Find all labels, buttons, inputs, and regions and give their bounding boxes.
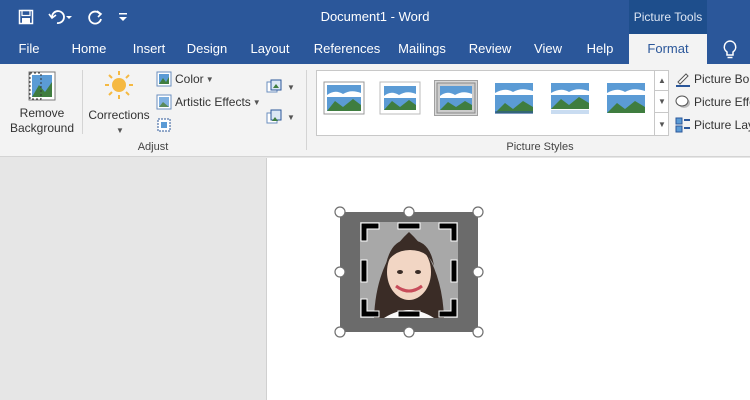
picture-effects-icon [675, 95, 690, 108]
gallery-scroll-down[interactable]: ▼ [654, 91, 669, 113]
picture-border-button[interactable]: Picture Bor [675, 70, 750, 88]
color-dropdown-icon: ▼ [205, 74, 214, 84]
tab-review[interactable]: Review [465, 34, 515, 64]
tab-help[interactable]: Help [580, 34, 620, 64]
picture-effects-label: Picture Effe [694, 95, 750, 109]
adjust-group-label: Adjust [137, 141, 169, 153]
transparency-button[interactable] [156, 116, 175, 134]
tab-file[interactable]: File [8, 34, 50, 64]
gallery-more-button[interactable]: ▼ [654, 113, 669, 135]
pencil-icon [676, 73, 690, 87]
picture-styles-gallery: ▲ ▼ ▼ [316, 70, 669, 136]
picture-effects-button[interactable]: Picture Effe [675, 93, 750, 111]
remove-background-label-line1: Remove [19, 106, 65, 120]
picture-style-1[interactable] [323, 81, 365, 115]
tab-home[interactable]: Home [64, 34, 114, 64]
sun-icon [105, 71, 133, 99]
picture-style-4[interactable] [493, 81, 535, 115]
remove-background-button[interactable]: Remove Background [6, 70, 78, 136]
corrections-dropdown-icon: ▼ [116, 126, 124, 135]
transparency-icon [157, 118, 171, 132]
ribbon-tabs: File Home Insert Design Layout Reference… [0, 34, 750, 64]
selected-picture[interactable] [330, 202, 490, 342]
remove-background-label-line2: Background [9, 121, 75, 135]
tab-design[interactable]: Design [182, 34, 232, 64]
color-icon [156, 71, 172, 87]
artistic-effects-icon [156, 94, 172, 110]
picture-style-6[interactable] [605, 81, 647, 115]
tab-format[interactable]: Format [629, 34, 707, 64]
tab-view[interactable]: View [528, 34, 568, 64]
compress-dropdown-icon: ▼ [287, 82, 295, 92]
picture-style-5[interactable] [549, 81, 591, 115]
picture-layout-button[interactable]: Picture Lay [675, 116, 750, 134]
artistic-effects-label: Artistic Effects [175, 95, 251, 109]
picture-style-2[interactable] [379, 81, 421, 115]
color-label: Color [175, 72, 204, 86]
corrections-label: Corrections [88, 108, 150, 122]
change-picture-icon [266, 109, 282, 124]
picture-border-label: Picture Bor [694, 72, 750, 86]
remove-background-icon [28, 71, 56, 101]
tab-mailings[interactable]: Mailings [392, 34, 452, 64]
tab-insert[interactable]: Insert [126, 34, 172, 64]
group-separator [82, 70, 83, 134]
compress-pictures-icon [266, 79, 282, 93]
artistic-effects-dropdown-icon: ▼ [252, 97, 261, 107]
compress-pictures-button[interactable]: ▼ [266, 78, 295, 96]
picture-style-3[interactable] [434, 80, 478, 116]
change-picture-button[interactable]: ▼ [266, 108, 295, 126]
lightbulb-icon[interactable] [722, 40, 738, 60]
change-picture-dropdown-icon: ▼ [287, 112, 295, 122]
tab-layout[interactable]: Layout [244, 34, 296, 64]
picture-layout-label: Picture Lay [694, 118, 750, 132]
title-bar: Document1 - Word Picture Tools [0, 0, 750, 34]
gallery-scroll-up[interactable]: ▲ [654, 71, 669, 91]
picture-styles-group-label: Picture Styles [506, 141, 574, 153]
tab-references[interactable]: References [308, 34, 386, 64]
corrections-button[interactable]: Corrections ▼ [86, 70, 152, 138]
picture-layout-icon [675, 117, 690, 133]
color-button[interactable]: Color ▼ [156, 70, 214, 88]
ribbon: Remove Background Corrections ▼ Color ▼ [0, 64, 750, 157]
picture-tools-context-label: Picture Tools [629, 0, 707, 34]
group-separator [306, 70, 307, 150]
document-gutter [0, 158, 266, 400]
artistic-effects-button[interactable]: Artistic Effects ▼ [156, 93, 261, 111]
